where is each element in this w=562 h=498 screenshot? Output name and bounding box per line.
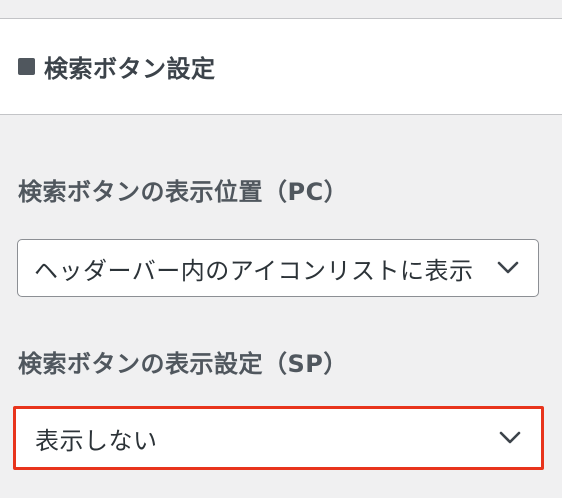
square-icon	[18, 58, 35, 75]
pc-position-value: ヘッダーバー内のアイコンリストに表示	[34, 256, 474, 285]
pc-position-label: 検索ボタンの表示位置（PC）	[18, 178, 349, 206]
sp-display-label: 検索ボタンの表示設定（SP）	[18, 350, 348, 378]
chevron-down-icon	[492, 252, 524, 284]
section-title: 検索ボタン設定	[44, 55, 216, 83]
sp-display-select[interactable]: 表示しない	[19, 411, 538, 465]
top-divider	[0, 0, 562, 19]
section-header: 検索ボタン設定	[0, 19, 562, 115]
settings-panel: 検索ボタン設定 検索ボタンの表示位置（PC） ヘッダーバー内のアイコンリストに表…	[0, 0, 562, 498]
chevron-down-icon	[494, 422, 526, 454]
sp-display-value: 表示しない	[35, 426, 158, 455]
sp-select-highlight: 表示しない	[13, 406, 544, 470]
pc-position-select[interactable]: ヘッダーバー内のアイコンリストに表示	[17, 239, 539, 297]
